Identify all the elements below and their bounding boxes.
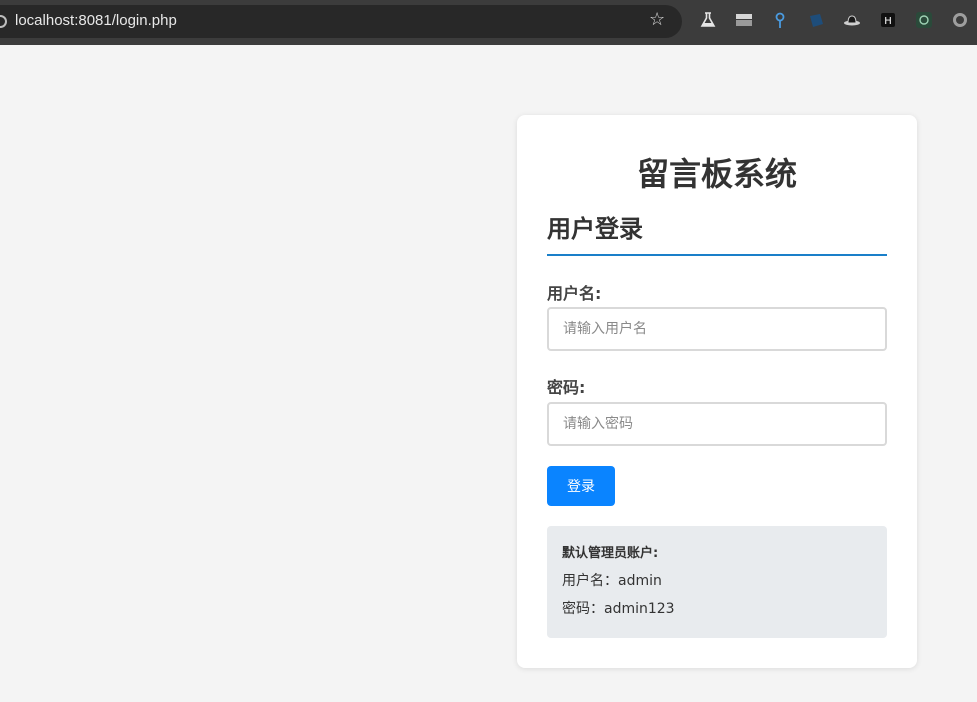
url-text[interactable]: localhost:8081/login.php	[15, 12, 177, 29]
password-input[interactable]	[547, 402, 887, 446]
hat-icon[interactable]	[843, 11, 861, 29]
login-button[interactable]: 登录	[547, 466, 615, 506]
username-input[interactable]	[547, 307, 887, 351]
pin-icon[interactable]	[771, 11, 789, 29]
login-heading: 用户登录	[547, 215, 643, 243]
tab-manager-icon[interactable]	[735, 11, 753, 29]
default-password-text: 密码：admin123	[562, 601, 675, 617]
h-icon[interactable]: H	[879, 11, 897, 29]
username-label: 用户名:	[547, 284, 602, 303]
system-title: 留言板系统	[636, 155, 797, 193]
window-icon[interactable]	[915, 11, 933, 29]
default-username-text: 用户名：admin	[562, 573, 662, 589]
default-account-box: 默认管理员账户: 用户名：admin 密码：admin123	[547, 526, 887, 638]
flask-icon[interactable]	[699, 11, 717, 29]
login-card: 留言板系统 用户登录 用户名: 密码: 登录 默认管理员账户: 用户名：admi…	[517, 115, 917, 668]
password-label: 密码:	[547, 378, 586, 397]
site-info-icon[interactable]	[0, 15, 7, 28]
tilted-square-icon[interactable]	[807, 11, 825, 29]
default-account-heading: 默认管理员账户:	[562, 546, 659, 561]
browser-toolbar: localhost:8081/login.php ☆ H	[0, 0, 977, 45]
svg-text:H: H	[884, 16, 892, 27]
star-icon[interactable]: ☆	[649, 9, 665, 30]
address-bar[interactable]: localhost:8081/login.php ☆	[0, 5, 682, 38]
heading-divider	[547, 254, 887, 256]
circle-icon[interactable]	[951, 11, 969, 29]
